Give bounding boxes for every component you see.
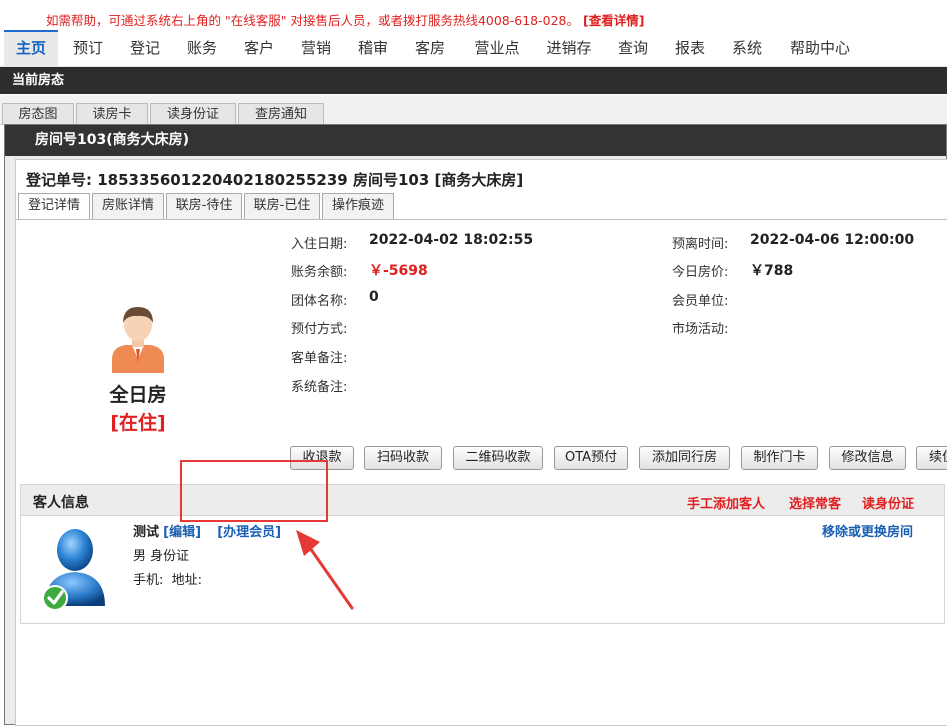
tab-read-id-card[interactable]: 读身份证: [150, 103, 236, 124]
person-icon: [112, 307, 164, 373]
registration-header: 登记单号: 185335601220402180255239 房间号103 [商…: [26, 169, 523, 190]
tab-room-account-details[interactable]: 房账详情: [92, 193, 164, 219]
today-price-label: 今日房价:: [672, 265, 729, 280]
guest-read-id-card-link[interactable]: 读身份证: [862, 493, 914, 512]
help-notice-text: 如需帮助，可通过系统右上角的 "在线客服" 对接售后人员，或者拨打服务热线400…: [46, 13, 579, 28]
edit-info-button[interactable]: 修改信息: [829, 446, 906, 470]
guest-gender-id: 男 身份证: [133, 549, 190, 564]
annotation-arrow-icon: [296, 530, 354, 610]
member-unit-label: 会员单位:: [672, 294, 729, 309]
view-details-link[interactable]: [查看详情]: [583, 13, 644, 28]
nav-item-checkin[interactable]: 登记: [121, 30, 169, 66]
add-companion-room-button[interactable]: 添加同行房: [639, 446, 730, 470]
change-room-link[interactable]: 移除或更换房间: [822, 521, 913, 540]
nav-item-audit[interactable]: 稽审: [349, 30, 397, 66]
tab-registration-details[interactable]: 登记详情: [18, 193, 90, 219]
tab-linked-rooms-occupied[interactable]: 联房-已住: [244, 193, 320, 219]
guest-card: 测试 [编辑] [办理会员] 男 身份证 手机: 地址: 移除或更换房间: [20, 516, 945, 624]
edit-guest-link[interactable]: [编辑]: [163, 525, 201, 540]
checkout-time-value: 2022-04-06 12:00:00: [750, 232, 915, 248]
tab-read-room-card[interactable]: 读房卡: [76, 103, 148, 124]
checkout-time-label: 预离时间:: [672, 237, 729, 252]
nav-item-outlets[interactable]: 营业点: [466, 30, 528, 66]
scan-payment-button[interactable]: 扫码收款: [364, 446, 442, 470]
nav-item-rooms[interactable]: 客房: [406, 30, 454, 66]
user-checked-icon: [42, 529, 105, 611]
group-name-value: 0: [369, 289, 379, 305]
help-notice: 如需帮助，可通过系统右上角的 "在线客服" 对接售后人员，或者拨打服务热线400…: [46, 10, 644, 29]
group-name-label: 团体名称:: [291, 294, 348, 309]
nav-item-reports[interactable]: 报表: [667, 30, 713, 66]
main-nav: 主页 预订 登记 账务 客户 营销 稽审 客房 营业点 进销存 查询 报表 系统…: [0, 30, 947, 67]
checkin-date-label: 入住日期:: [291, 237, 348, 252]
nav-item-inventory[interactable]: 进销存: [538, 30, 600, 66]
nav-item-booking[interactable]: 预订: [64, 30, 112, 66]
nav-item-help[interactable]: 帮助中心: [784, 30, 856, 66]
order-note-label: 客单备注:: [291, 351, 348, 366]
nav-item-query[interactable]: 查询: [610, 30, 656, 66]
registration-room: 房间号103 [商务大床房]: [352, 171, 524, 189]
dialog-content: 登记单号: 185335601220402180255239 房间号103 [商…: [15, 159, 947, 726]
qrcode-payment-button[interactable]: 二维码收款: [453, 446, 543, 470]
nav-item-customers[interactable]: 客户: [235, 30, 283, 66]
market-activity-label: 市场活动:: [672, 322, 729, 337]
tab-room-status-map[interactable]: 房态图: [2, 103, 74, 124]
guest-info-header: 客人信息 手工添加客人 选择常客 读身份证: [20, 484, 945, 516]
balance-label: 账务余额:: [291, 265, 348, 280]
manual-add-guest-link[interactable]: 手工添加客人: [687, 493, 765, 512]
guest-name-row: 测试 [编辑] [办理会员]: [133, 521, 281, 540]
nav-item-system[interactable]: 系统: [724, 30, 770, 66]
tab-linked-rooms-pending[interactable]: 联房-待住: [166, 193, 242, 219]
register-member-link[interactable]: [办理会员]: [217, 525, 281, 540]
system-note-label: 系统备注:: [291, 380, 348, 395]
nav-item-home[interactable]: 主页: [4, 30, 58, 66]
extend-stay-button[interactable]: 续住: [916, 446, 947, 470]
tab-operation-log[interactable]: 操作痕迹: [322, 193, 394, 219]
checkin-date-value: 2022-04-02 18:02:55: [369, 232, 534, 248]
room-detail-dialog: 房间号103(商务大床房) 登记单号: 18533560122040218025…: [4, 124, 947, 726]
make-door-card-button[interactable]: 制作门卡: [741, 446, 818, 470]
nav-item-marketing[interactable]: 营销: [292, 30, 340, 66]
dialog-title[interactable]: 房间号103(商务大床房): [5, 125, 946, 156]
select-regular-guest-link[interactable]: 选择常客: [789, 493, 841, 512]
ota-prepay-button[interactable]: OTA预付: [554, 446, 628, 470]
registration-number: 185335601220402180255239: [97, 171, 348, 189]
nav-item-accounts[interactable]: 账务: [178, 30, 226, 66]
sub-tabs: 房态图 读房卡 读身份证 查房通知: [0, 95, 947, 125]
registration-number-label: 登记单号:: [26, 171, 92, 189]
room-occupancy-status: [在住]: [110, 412, 166, 434]
current-room-status-bar: 当前房态: [0, 67, 947, 94]
guest-info-title: 客人信息: [33, 495, 89, 511]
today-price-value: ￥788: [750, 263, 794, 279]
tab-inspection-notice[interactable]: 查房通知: [238, 103, 324, 124]
balance-value: ￥-5698: [369, 263, 428, 279]
room-rate-type: 全日房: [109, 384, 167, 406]
prepay-method-label: 预付方式:: [291, 322, 348, 337]
annotation-highlight-box: [180, 460, 328, 522]
guest-name: 测试: [133, 525, 160, 540]
detail-tabs: 登记详情 房账详情 联房-待住 联房-已住 操作痕迹: [16, 193, 947, 220]
guest-contact: 手机: 地址:: [133, 573, 203, 588]
